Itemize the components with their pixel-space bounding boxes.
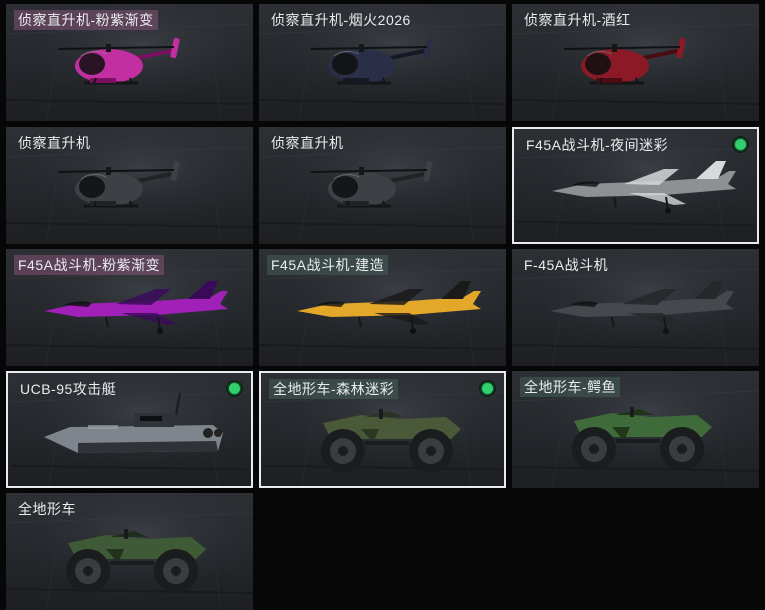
vehicle-skin-card[interactable]: UCB-95攻击艇 — [6, 371, 253, 488]
vehicle-skin-card[interactable]: 侦察直升机-粉紫渐变 — [6, 4, 253, 121]
helicopter-model — [563, 37, 686, 85]
vehicle-skin-title: 侦察直升机-烟火2026 — [271, 12, 411, 28]
vehicle-skin-card[interactable]: 全地形车-鳄鱼 — [512, 371, 759, 488]
equipped-indicator-icon — [479, 380, 496, 397]
helicopter-model — [57, 37, 180, 85]
equipped-indicator-icon — [226, 380, 243, 397]
vehicle-skin-card[interactable]: F45A战斗机-夜间迷彩 — [512, 127, 759, 244]
jet-model — [297, 281, 481, 334]
vehicle-skin-card[interactable]: 侦察直升机 — [6, 127, 253, 244]
vehicle-skin-title: F45A战斗机-夜间迷彩 — [526, 137, 669, 153]
jet-model — [552, 161, 736, 214]
helicopter-model — [310, 37, 433, 85]
atv-model — [321, 409, 461, 473]
vehicle-skin-title: 全地形车-鳄鱼 — [520, 377, 621, 397]
vehicle-skin-title: F45A战斗机-建造 — [267, 255, 389, 275]
vehicle-skin-title: 侦察直升机-酒红 — [524, 12, 631, 28]
vehicle-skin-card[interactable]: 全地形车 — [6, 493, 253, 610]
vehicle-skin-card[interactable]: 侦察直升机-烟火2026 — [259, 4, 506, 121]
vehicle-skin-card[interactable]: 侦察直升机 — [259, 127, 506, 244]
vehicle-skin-card[interactable]: F-45A战斗机 — [512, 249, 759, 366]
atv-model — [66, 529, 206, 593]
vehicle-skin-grid: 侦察直升机-粉紫渐变 侦察直升机-烟火2026 侦察直升机-酒红 侦察直升机 侦… — [0, 0, 765, 610]
jet-model — [550, 281, 734, 334]
vehicle-skin-title: 侦察直升机-粉紫渐变 — [14, 10, 158, 30]
helicopter-model — [57, 160, 180, 208]
boat-model — [44, 392, 223, 453]
vehicle-skin-title: F45A战斗机-粉紫渐变 — [14, 255, 165, 275]
vehicle-skin-title: 侦察直升机 — [18, 135, 91, 151]
vehicle-skin-title: 侦察直升机 — [271, 135, 344, 151]
vehicle-skin-title: UCB-95攻击艇 — [20, 381, 117, 397]
vehicle-skin-title: 全地形车 — [18, 501, 76, 517]
vehicle-skin-title: 全地形车-森林迷彩 — [269, 379, 399, 399]
vehicle-skin-card[interactable]: F45A战斗机-粉紫渐变 — [6, 249, 253, 366]
jet-model — [44, 281, 228, 334]
helicopter-model — [310, 160, 433, 208]
equipped-indicator-icon — [732, 136, 749, 153]
vehicle-skin-card[interactable]: 全地形车-森林迷彩 — [259, 371, 506, 488]
atv-model — [572, 407, 712, 471]
vehicle-skin-title: F-45A战斗机 — [524, 257, 609, 273]
vehicle-skin-card[interactable]: F45A战斗机-建造 — [259, 249, 506, 366]
vehicle-skin-card[interactable]: 侦察直升机-酒红 — [512, 4, 759, 121]
